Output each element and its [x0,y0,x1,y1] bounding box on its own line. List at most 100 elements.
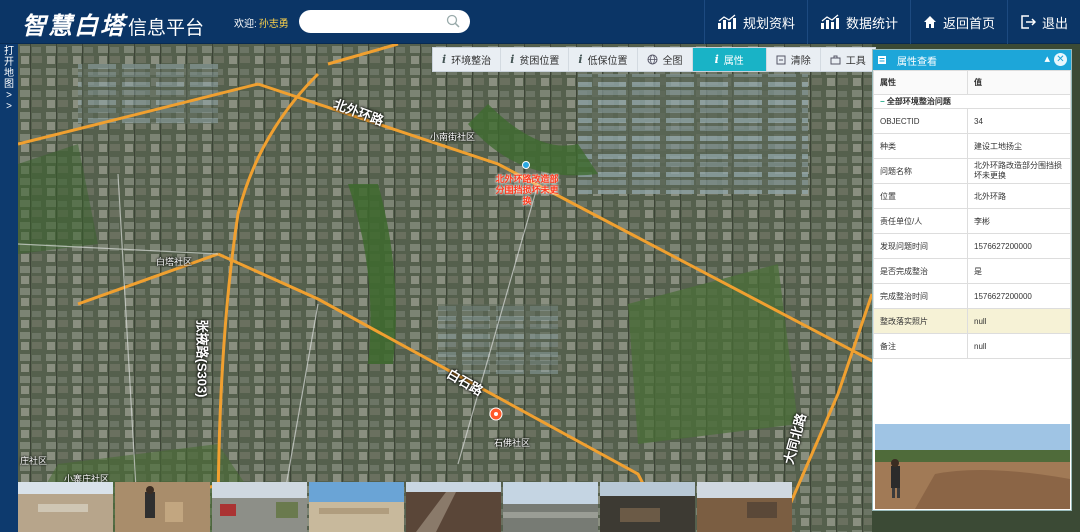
road-label-zhangye: 张掖路(S303) [194,319,210,398]
nav-statistics[interactable]: 数据统计 [806,0,910,44]
table-row: 问题名称 北外环路改造部分围挡损坏未更换 [873,158,1071,184]
top-header: 智慧白塔 信息平台 欢迎: 孙志勇 规划资料 数据统计 返回首页 退出 [0,0,1080,44]
row-key: 备注 [873,333,968,359]
site-photo[interactable] [875,424,1070,509]
photo-thumbnail[interactable] [115,482,210,532]
row-value: 北外环路 [967,183,1071,209]
table-row: OBJECTID 34 [873,108,1071,134]
tool-poverty[interactable]: i 贫困位置 [501,48,570,71]
row-value: 是 [967,258,1071,284]
col-header-attr: 属性 [873,70,968,95]
row-value: null [967,333,1071,359]
table-row: 位置 北外环路 [873,183,1071,209]
table-row[interactable]: 整改落实照片 null [873,308,1071,334]
place-label: 小南街社区 [430,132,476,142]
info-icon: i [578,53,583,66]
close-icon[interactable]: ✕ [1054,53,1067,66]
attribute-table: 属性 值 − 全部环境整治问题 OBJECTID 34 种类 建设工地扬尘 问题名称… [873,70,1071,359]
row-value: 1576627200000 [967,233,1071,259]
place-label: 石佛社区 [494,438,531,448]
clear-icon [776,55,786,64]
row-key: 种类 [873,133,968,159]
group-label: − 全部环境整治问题 [873,94,1071,109]
nav-label: 退出 [1041,15,1068,31]
search-input[interactable] [299,10,470,33]
tool-label: 环境整治 [451,56,492,67]
row-key: 是否完成整治 [873,258,968,284]
logo-main: 智慧白塔 [22,11,126,40]
home-icon [923,16,936,28]
row-key: 问题名称 [873,158,968,184]
row-key: 发现问题时间 [873,233,968,259]
logo-sub: 信息平台 [128,18,205,39]
welcome-label: 欢迎: [234,19,257,30]
bar-chart-icon [717,14,736,29]
attribute-panel: 属性查看 ▴ ✕ 属性 值 − 全部环境整治问题 OBJECTID 34 种类 建设… [872,49,1072,511]
row-value: 建设工地扬尘 [967,133,1071,159]
table-row: 发现问题时间 1576627200000 [873,233,1071,259]
open-map-toggle[interactable]: 打开地图>> [0,44,18,532]
tool-toolbox[interactable]: 工具 [821,48,875,71]
place-label: 庄社区 [20,456,48,466]
row-key: OBJECTID [873,108,968,134]
info-icon: i [442,53,447,66]
selected-point-marker[interactable] [522,161,530,169]
marker-label: 北外环路改造部分围挡损坏未更换 [495,174,559,206]
row-key: 责任单位/人 [873,208,968,234]
photo-thumbnail[interactable] [18,482,113,532]
place-label: 白塔社区 [156,257,193,267]
photo-thumbnail[interactable] [697,482,792,532]
tool-label: 低保位置 [587,56,628,67]
photo-thumbnail-strip [18,482,794,532]
nav-logout[interactable]: 退出 [1006,0,1080,44]
collapse-icon[interactable]: − [880,97,887,106]
toolbox-icon [830,55,841,64]
tool-environment[interactable]: i 环境整治 [433,48,502,71]
row-key: 位置 [873,183,968,209]
nav-label: 数据统计 [845,15,898,31]
panel-title: 属性查看 [897,56,937,68]
nav-planning-docs[interactable]: 规划资料 [703,0,807,44]
table-row: 完成整治时间 1576627200000 [873,283,1071,309]
tool-clear[interactable]: 清除 [767,48,821,71]
info-icon: i [510,53,515,66]
tool-label: 全图 [662,56,683,67]
photo-thumbnail[interactable] [212,482,307,532]
table-row: 种类 建设工地扬尘 [873,133,1071,159]
logout-icon [1021,15,1036,29]
photo-thumbnail[interactable] [309,482,404,532]
tool-full-extent[interactable]: 全图 [638,48,693,71]
col-header-value: 值 [967,70,1071,95]
table-row: 是否完成整治是 [873,258,1071,284]
tool-label: 属性 [723,56,744,67]
satellite-map[interactable]: 北外环路 白石路 张掖路(S303) 大同北路 小南街社区 白塔社区 石佛社区 … [18,44,872,532]
row-value: 李彬 [967,208,1071,234]
top-nav: 规划资料 数据统计 返回首页 退出 [703,0,1080,44]
row-value: 1576627200000 [967,283,1071,309]
table-header-row: 属性 值 [873,70,1071,95]
open-map-label: 打开地图>> [4,46,14,112]
panel-icon [878,56,886,64]
search-icon[interactable] [446,14,460,28]
tool-attributes[interactable]: i 属性 [692,48,767,71]
nav-home[interactable]: 返回首页 [909,0,1007,44]
photo-thumbnail[interactable] [503,482,598,532]
row-value: 34 [967,108,1071,134]
tool-low-income[interactable]: i 低保位置 [569,48,638,71]
row-value: 北外环路改造部分围挡损坏未更换 [967,158,1071,184]
photo-thumbnail[interactable] [600,482,695,532]
welcome-text: 欢迎: 孙志勇 [234,15,289,30]
minimize-icon[interactable]: ▴ [1044,52,1050,65]
user-name: 孙志勇 [258,19,289,30]
nav-label: 规划资料 [742,15,795,31]
panel-header: 属性查看 ▴ ✕ [873,50,1071,70]
row-value: null [967,308,1071,334]
row-key: 完成整治时间 [873,283,968,309]
group-title: 全部环境整治问题 [886,97,951,106]
nav-label: 返回首页 [942,15,995,31]
photo-thumbnail[interactable] [406,482,501,532]
map-imagery [18,44,872,532]
map-toolbar: i 环境整治 i 贫困位置 i 低保位置 全图 i 属性 清除 工具 [432,47,876,72]
group-row[interactable]: − 全部环境整治问题 [873,94,1071,109]
info-icon: i [714,53,719,66]
